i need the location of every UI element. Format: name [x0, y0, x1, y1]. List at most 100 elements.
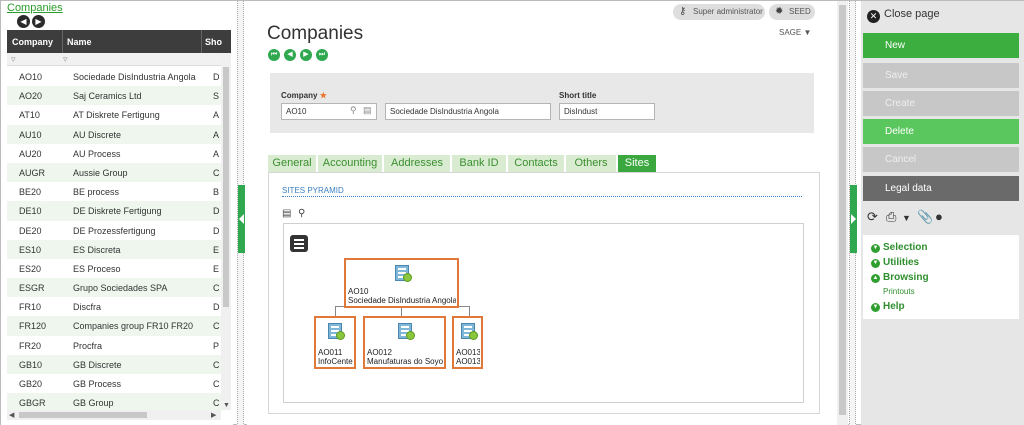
table-row[interactable]: GB20 GB Process C [7, 374, 221, 393]
table-row[interactable]: AT10 AT Diskrete Fertigung A [7, 105, 221, 124]
next-icon[interactable]: ▶ [32, 15, 45, 28]
cell-short: B [213, 187, 220, 198]
site-node-code: AO013 [456, 348, 480, 357]
table-row[interactable]: FR120 Companies group FR10 FR20 C [7, 316, 221, 336]
next-record-icon[interactable]: ▶ [300, 49, 312, 61]
scroll-down-icon[interactable]: ▼ [223, 402, 230, 409]
zoom-icon[interactable]: ⚲ [298, 208, 305, 219]
app-window: Companies ◀ ▶ Company Name Sho ▿ ▿ AO10 S… [0, 0, 1024, 425]
help-label: Help [883, 301, 905, 312]
close-icon: ✕ [867, 10, 880, 23]
main-scrollbar-track[interactable] [837, 1, 848, 425]
vertical-scrollbar[interactable]: ▼ [221, 53, 231, 410]
search-icon[interactable]: ⚲ [350, 105, 357, 116]
scrollbar-thumb[interactable] [19, 412, 147, 418]
table-row[interactable]: FR20 Procfra P [7, 336, 221, 355]
cell-company: DE10 [19, 206, 42, 217]
horizontal-scrollbar[interactable]: ◀ ▶ [7, 410, 221, 420]
site-node-root[interactable]: AO10 Sociedade DisIndustria Angola [344, 258, 459, 308]
attachment-icon[interactable]: 📎 [917, 209, 933, 225]
list-view-icon[interactable]: ▤ [282, 208, 291, 219]
cell-name: BE process [73, 187, 120, 198]
tab-addresses[interactable]: Addresses [384, 155, 450, 172]
table-row[interactable]: AU20 AU Process A [7, 144, 221, 163]
left-splitter[interactable] [237, 1, 245, 425]
close-page-button[interactable]: ✕ Close page [867, 8, 940, 23]
column-header-name[interactable]: Name [67, 37, 92, 47]
table-row[interactable]: ESGR Grupo Sociedades SPA C [7, 278, 221, 298]
cell-short: D [213, 72, 220, 82]
brand-menu[interactable]: SAGE ▼ [779, 28, 811, 37]
previous-record-icon[interactable]: ◀ [284, 49, 296, 61]
cell-name: Discfra [73, 302, 102, 313]
funnel-icon[interactable]: ▿ [63, 54, 68, 65]
comment-icon[interactable]: ● [935, 209, 943, 224]
table-row[interactable]: ES10 ES Discreta E [7, 239, 221, 259]
cancel-button[interactable]: Cancel [863, 147, 1019, 172]
tab-others[interactable]: Others [566, 155, 616, 172]
menu-icon[interactable] [290, 235, 308, 252]
print-menu-icon[interactable]: ▼ [902, 213, 911, 223]
left-panel-title[interactable]: Companies [7, 2, 63, 14]
table-row[interactable]: ES20 ES Proceso E [7, 259, 221, 278]
user-badge[interactable]: ⚷ Super administrator [673, 4, 765, 20]
table-row[interactable]: AU10 AU Discrete A [7, 124, 221, 144]
cell-short: C [213, 379, 220, 389]
last-record-icon[interactable]: ⏭ [316, 49, 328, 61]
short-title-input[interactable]: DisIndust [559, 103, 655, 120]
funnel-icon[interactable]: ▿ [11, 54, 16, 65]
tab-contacts[interactable]: Contacts [508, 155, 564, 172]
tab-bank-id[interactable]: Bank ID [452, 155, 506, 172]
folder-badge[interactable]: ✹ SEED [769, 4, 815, 20]
tab-general[interactable]: General [268, 155, 316, 172]
collapse-right-handle[interactable] [850, 185, 857, 253]
collapse-left-handle[interactable] [238, 185, 245, 253]
scroll-left-icon[interactable]: ◀ [9, 411, 14, 419]
right-splitter[interactable] [849, 1, 857, 425]
tab-sites[interactable]: Sites [618, 155, 656, 172]
delete-button[interactable]: Delete [863, 119, 1019, 144]
help-link[interactable]: ▼ Help [871, 301, 905, 312]
browsing-link[interactable]: ▲ Browsing [871, 272, 929, 283]
table-row[interactable]: DE20 DE Prozessfertigung D [7, 221, 221, 240]
table-row[interactable]: FR10 Discfra D [7, 297, 221, 316]
print-icon[interactable]: ⎙ [886, 209, 896, 225]
column-header-short[interactable]: Sho [205, 37, 222, 47]
site-node[interactable]: AO012 Manufaturas do Soyo [363, 316, 446, 369]
previous-icon[interactable]: ◀ [17, 15, 30, 28]
company-name-input[interactable]: Sociedade DisIndustria Angola [385, 103, 551, 120]
cell-company: AU10 [19, 129, 42, 140]
refresh-icon[interactable]: ⟳ [867, 209, 878, 225]
scrollbar-thumb[interactable] [223, 67, 229, 307]
cell-company: AU20 [19, 148, 42, 159]
tab-accounting[interactable]: Accounting [318, 155, 382, 172]
cell-name: ES Proceso [73, 263, 121, 274]
cell-company: FR10 [19, 302, 42, 313]
table-row[interactable]: AO10 Sociedade DisIndustria Angola D [7, 67, 221, 86]
table-row[interactable]: GB10 GB Discrete C [7, 354, 221, 374]
site-node[interactable]: AO011 InfoCenter [314, 316, 356, 369]
scrollbar-thumb[interactable] [839, 5, 846, 415]
column-header-company[interactable]: Company [12, 37, 53, 47]
collapse-right-icon [851, 214, 856, 224]
list-icon[interactable]: ▤ [363, 105, 372, 116]
site-node[interactable]: AO013 AO013 [452, 316, 483, 369]
table-row[interactable]: AUGR Aussie Group C [7, 162, 221, 183]
utilities-link[interactable]: ▼ Utilities [871, 257, 919, 268]
table-row[interactable]: GBGR GB Group C [7, 393, 221, 410]
first-record-icon[interactable]: ⏮ [268, 49, 280, 61]
table-row[interactable]: DE10 DE Diskrete Fertigung D [7, 201, 221, 221]
chevron-up-icon: ▲ [871, 274, 880, 283]
cell-name: Procfra [73, 340, 103, 351]
printouts-link[interactable]: Printouts [883, 287, 915, 296]
selection-link[interactable]: ▼ Selection [871, 242, 927, 253]
legal-data-button[interactable]: Legal data [863, 176, 1019, 201]
create-button[interactable]: Create [863, 91, 1019, 116]
save-button[interactable]: Save [863, 63, 1019, 88]
scroll-right-icon[interactable]: ▶ [211, 411, 216, 419]
table-row[interactable]: BE20 BE process B [7, 182, 221, 201]
new-button[interactable]: New [863, 33, 1019, 58]
cell-name: DE Diskrete Fertigung [73, 206, 162, 217]
user-badge-label: Super administrator [693, 7, 763, 16]
table-row[interactable]: AO20 Saj Ceramics Ltd S [7, 86, 221, 106]
